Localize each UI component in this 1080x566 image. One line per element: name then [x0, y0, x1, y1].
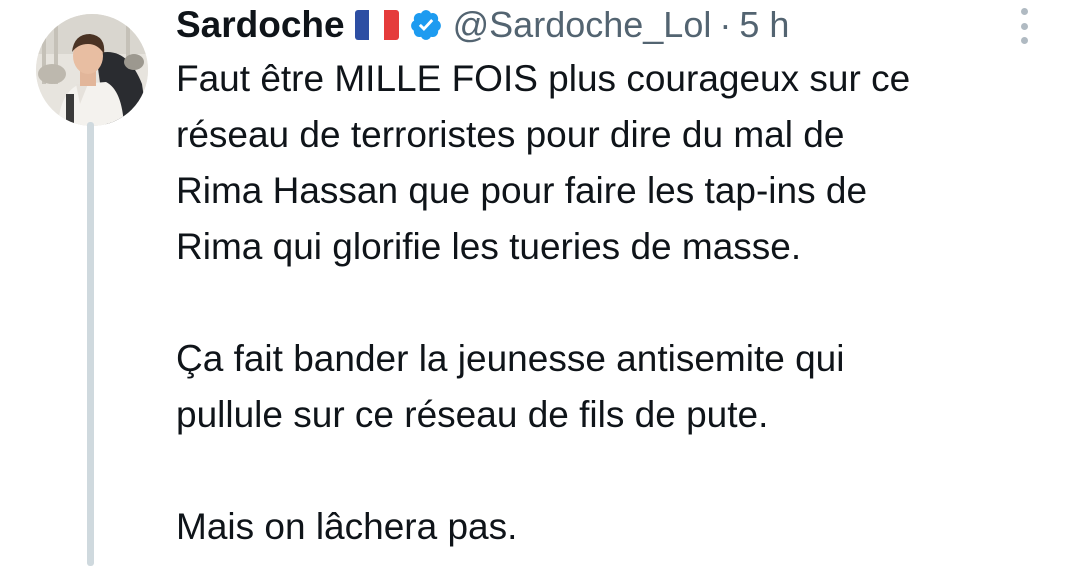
- tweet-text: Faut être MILLE FOIS plus courageux sur …: [176, 51, 1056, 555]
- tweet[interactable]: Sardoche @Sardoche_Lol · 5 h Faut être M…: [0, 0, 1080, 566]
- tweet-header: Sardoche @Sardoche_Lol · 5 h: [176, 0, 789, 50]
- more-vertical-icon[interactable]: [1016, 8, 1032, 44]
- author-display-name[interactable]: Sardoche: [176, 4, 345, 46]
- avatar[interactable]: [36, 14, 148, 126]
- text-line: réseau de terroristes pour dire du mal d…: [176, 114, 845, 155]
- avatar-image: [36, 14, 148, 126]
- text-line: Rima qui glorifie les tueries de masse.: [176, 226, 802, 267]
- france-flag-icon: [354, 10, 399, 40]
- thread-line: [87, 122, 94, 566]
- tweet-paragraph-1: Faut être MILLE FOIS plus courageux sur …: [176, 51, 1056, 275]
- text-line: Mais on lâchera pas.: [176, 506, 518, 547]
- text-line: Ça fait bander la jeunesse antisemite qu…: [176, 338, 845, 379]
- verified-badge-icon[interactable]: [409, 8, 443, 42]
- text-line: Faut être MILLE FOIS plus courageux sur …: [176, 58, 911, 99]
- tweet-paragraph-3: Mais on lâchera pas.: [176, 499, 1056, 555]
- separator-dot: ·: [719, 4, 732, 45]
- text-line: Rima Hassan que pour faire les tap-ins d…: [176, 170, 868, 211]
- timestamp[interactable]: 5 h: [739, 4, 789, 46]
- tweet-paragraph-2: Ça fait bander la jeunesse antisemite qu…: [176, 331, 1056, 443]
- text-line: pullule sur ce réseau de fils de pute.: [176, 394, 769, 435]
- author-handle[interactable]: @Sardoche_Lol: [453, 4, 712, 46]
